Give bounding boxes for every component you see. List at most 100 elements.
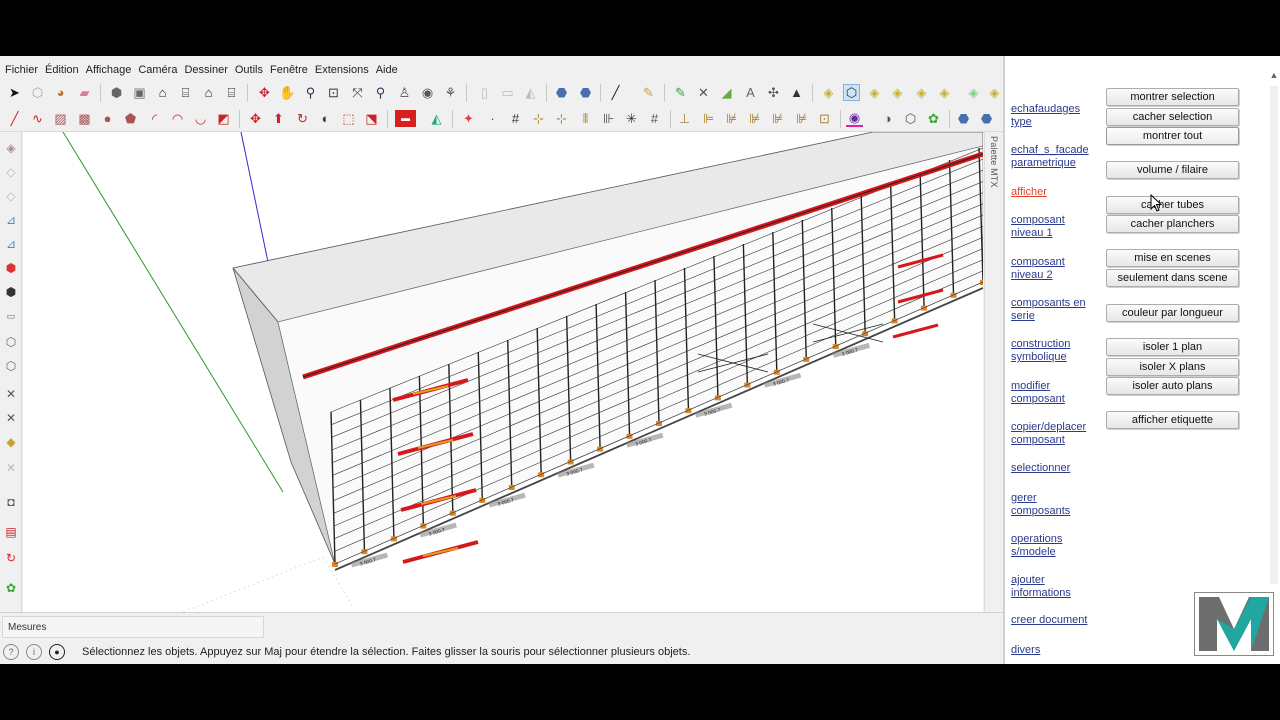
palette-mtx-strip[interactable]: Palette MTX: [984, 132, 1003, 612]
array-icon[interactable]: ⦀: [577, 110, 594, 127]
lt-tool-16-icon[interactable]: ▤: [3, 524, 19, 540]
measurements-box[interactable]: Mesures: [2, 616, 264, 638]
mirror-icon[interactable]: ◭: [428, 110, 445, 127]
menu-aide[interactable]: Aide: [373, 56, 401, 83]
geolocation-icon[interactable]: ?: [3, 644, 19, 660]
panel-button-2[interactable]: montrer tout: [1106, 127, 1239, 145]
panel-button-0[interactable]: montrer selection: [1106, 88, 1239, 106]
lt-tool-10-icon[interactable]: ⬡: [3, 358, 19, 374]
scaffold-tool-3-icon[interactable]: ⊯: [723, 110, 740, 127]
panel-button-10[interactable]: isoler X plans: [1106, 358, 1239, 376]
scaffold-tool-6-icon[interactable]: ⊯: [793, 110, 810, 127]
side-link-1[interactable]: echaf_s_facade parametrique: [1011, 144, 1097, 170]
panel-button-5[interactable]: cacher planchers: [1106, 215, 1239, 233]
panel-button-9[interactable]: isoler 1 plan: [1106, 338, 1239, 356]
side-link-4[interactable]: composant niveau 2: [1011, 256, 1097, 282]
pie-icon[interactable]: ◩: [215, 110, 232, 127]
scaffold-tool-2-icon[interactable]: ⊫: [700, 110, 717, 127]
shaded-textures-icon[interactable]: ◈: [936, 84, 953, 101]
panel-button-3[interactable]: volume / filaire: [1106, 161, 1239, 179]
user-icon[interactable]: ●: [49, 644, 65, 660]
lt-tool-11-icon[interactable]: ✕: [3, 386, 19, 402]
front-view-icon[interactable]: ⌂: [154, 84, 171, 101]
menu-outils[interactable]: Outils: [232, 56, 266, 83]
shadow-icon[interactable]: ◑: [879, 110, 896, 127]
position-camera-icon[interactable]: ♙: [396, 84, 413, 101]
autocad-icon[interactable]: ▬: [395, 110, 416, 127]
menu-camera[interactable]: Caméra: [135, 56, 180, 83]
paint-bucket-icon[interactable]: ◕: [52, 84, 69, 101]
info-icon[interactable]: i: [26, 644, 42, 660]
menu-dessiner[interactable]: Dessiner: [181, 56, 230, 83]
rectangle-icon[interactable]: ▨: [52, 110, 69, 127]
rotated-rectangle-icon[interactable]: ▩: [76, 110, 93, 127]
3d-text-icon[interactable]: ▲: [788, 84, 805, 101]
pan-icon[interactable]: ✋: [279, 84, 296, 101]
lt-tool-12-icon[interactable]: ✕: [3, 410, 19, 426]
protractor-icon[interactable]: ◢: [718, 84, 735, 101]
push-pull-icon[interactable]: ⬆: [270, 110, 287, 127]
3d-viewport[interactable]: 3 000.7 3 000.7 3 000.7 3 000.7 3 000.7 3 000…: [23, 132, 983, 612]
lt-tool-13-icon[interactable]: ◆: [3, 434, 19, 450]
freehand-curve-icon[interactable]: ∿: [29, 110, 46, 127]
zoom-icon[interactable]: ⚲: [302, 84, 319, 101]
scaffold-tool-7-icon[interactable]: ⊡: [816, 110, 833, 127]
text-tool-icon[interactable]: A: [742, 84, 759, 101]
lt-refresh-icon[interactable]: ↻: [3, 550, 19, 566]
scroll-up-arrow-icon[interactable]: ▲: [1268, 70, 1280, 84]
sandbox-icon[interactable]: ⬣: [955, 110, 972, 127]
xray-icon[interactable]: ◈: [820, 84, 837, 101]
panel-button-7[interactable]: seulement dans scene: [1106, 269, 1239, 287]
select-arrow-icon[interactable]: ➤: [6, 84, 23, 101]
shaded-icon[interactable]: ◈: [913, 84, 930, 101]
panel-button-8[interactable]: couleur par longueur: [1106, 304, 1239, 322]
hidden-line-icon[interactable]: ◈: [889, 84, 906, 101]
axes-icon[interactable]: ✣: [765, 84, 782, 101]
fog-icon[interactable]: ⬡: [902, 110, 919, 127]
wireframe-icon[interactable]: ◈: [866, 84, 883, 101]
warehouse-icon[interactable]: ⬣: [553, 84, 570, 101]
top-view-icon[interactable]: ▣: [131, 84, 148, 101]
monochrome-icon[interactable]: ◈: [965, 84, 982, 101]
side-link-12[interactable]: ajouter informations: [1011, 574, 1097, 600]
orbit-icon[interactable]: ✥: [256, 84, 273, 101]
lt-tool-5-icon[interactable]: ⊿: [3, 236, 19, 252]
dimension-icon[interactable]: ✕: [695, 84, 712, 101]
section-plane-icon[interactable]: ▯: [476, 84, 493, 101]
section-display-icon[interactable]: ▭: [499, 84, 516, 101]
dot-icon[interactable]: ·: [484, 110, 501, 127]
follow-me-icon[interactable]: ◐: [317, 110, 334, 127]
arc-2pt-icon[interactable]: ◠: [169, 110, 186, 127]
scaffold-tool-1-icon[interactable]: ⊥: [676, 110, 693, 127]
extension-warehouse-icon[interactable]: ⬣: [577, 84, 594, 101]
side-link-9[interactable]: selectionner: [1011, 462, 1097, 475]
section-cut-icon[interactable]: ◭: [522, 84, 539, 101]
side-link-2[interactable]: afficher: [1011, 186, 1097, 199]
zoom-window-icon[interactable]: ⊡: [325, 84, 342, 101]
vertical-grid-icon[interactable]: ⊪: [600, 110, 617, 127]
grid-icon[interactable]: #: [507, 110, 524, 127]
measure-icon[interactable]: ✎: [672, 84, 689, 101]
side-link-0[interactable]: echafaudages type: [1011, 103, 1097, 129]
freehand-icon[interactable]: ╱: [6, 110, 23, 127]
menu-fenetre[interactable]: Fenêtre: [267, 56, 311, 83]
zoom-extents-icon[interactable]: ⤧: [349, 84, 366, 101]
previous-view-icon[interactable]: ⚲: [372, 84, 389, 101]
lt-tool-18-icon[interactable]: ✿: [3, 580, 19, 596]
scale-icon[interactable]: ⬚: [340, 110, 357, 127]
lt-tool-6-icon[interactable]: ⬢: [3, 260, 19, 276]
eraser-icon[interactable]: ▰: [76, 84, 93, 101]
scrollbar-track[interactable]: [1270, 86, 1278, 584]
offset-icon[interactable]: ⬔: [363, 110, 380, 127]
lt-tool-1-icon[interactable]: ◈: [3, 140, 19, 156]
move-icon[interactable]: ✥: [247, 110, 264, 127]
scaffold-tool-5-icon[interactable]: ⊯: [769, 110, 786, 127]
align-icon[interactable]: ⊹: [530, 110, 547, 127]
menu-edition[interactable]: Édition: [42, 56, 82, 83]
lt-tool-3-icon[interactable]: ◇: [3, 188, 19, 204]
lt-tool-2-icon[interactable]: ◇: [3, 164, 19, 180]
side-link-5[interactable]: composants en serie: [1011, 297, 1097, 323]
geo-icon[interactable]: ✿: [925, 110, 942, 127]
side-link-13[interactable]: creer document: [1011, 614, 1097, 627]
circle-icon[interactable]: ●: [99, 110, 116, 127]
